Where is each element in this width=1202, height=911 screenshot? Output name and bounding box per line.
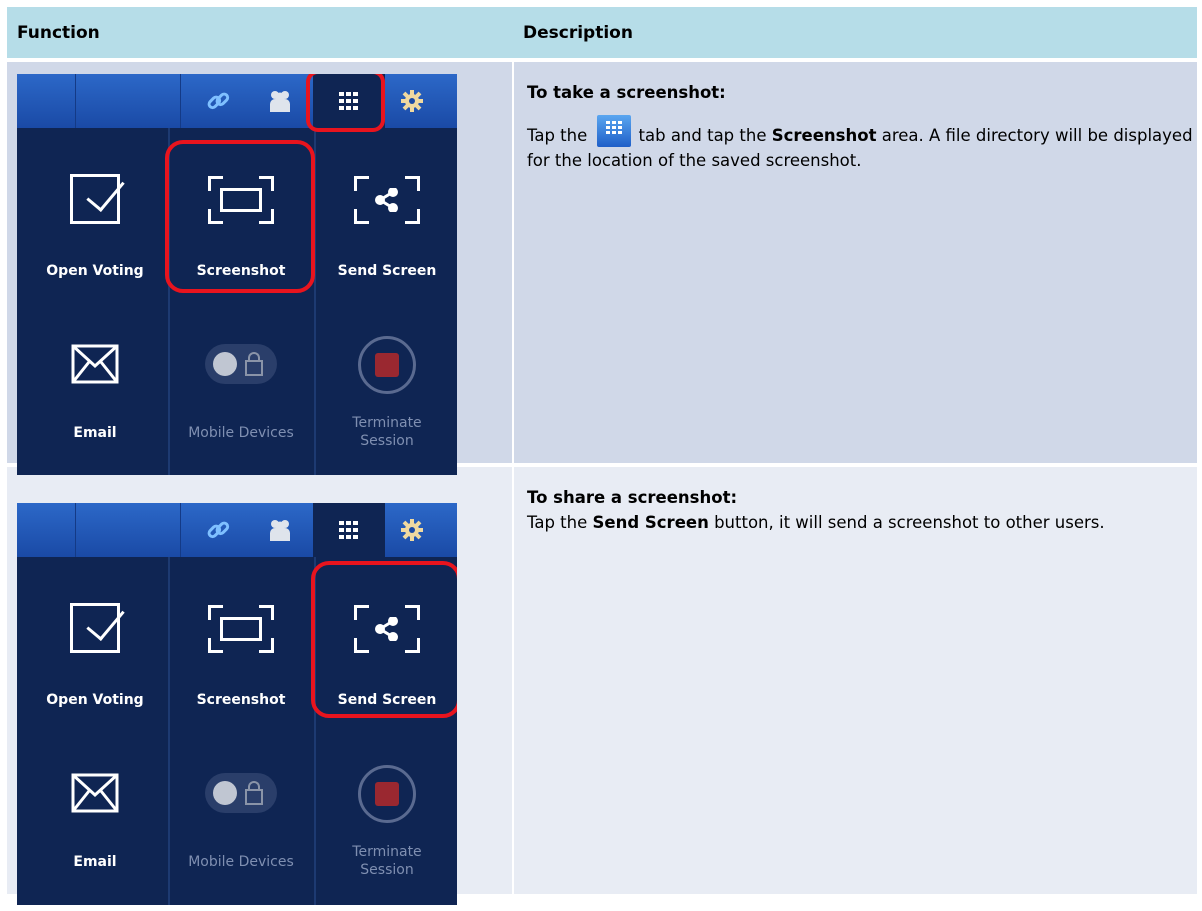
envelope-icon <box>71 773 119 813</box>
mobile-devices-toggle[interactable]: Mobile Devices <box>168 733 314 903</box>
highlight-grid-tab <box>306 74 385 132</box>
screenshot-button[interactable]: Screenshot <box>168 563 314 733</box>
row-heading: To take a screenshot: <box>527 83 726 102</box>
lock-toggle-icon <box>205 344 277 384</box>
stop-icon <box>358 765 416 823</box>
gear-icon[interactable] <box>397 515 427 545</box>
checkbox-icon <box>70 603 120 653</box>
app-panel-screenshot: Open Voting Screenshot Send Screen Email… <box>17 74 457 475</box>
share-frame-icon <box>354 176 420 224</box>
row-heading: To share a screenshot: <box>527 488 738 507</box>
header-function: Function <box>7 7 513 60</box>
screenshot-frame-icon <box>208 605 274 653</box>
row-text: Tap the tab and tap the Screenshot area.… <box>527 115 1197 173</box>
app-panel-screenshot: Open Voting Screenshot Send Screen Email… <box>17 503 457 905</box>
highlight-screenshot <box>165 140 315 293</box>
highlight-send-screen <box>311 561 457 718</box>
terminate-session-button[interactable]: Terminate Session <box>314 304 457 474</box>
users-icon[interactable] <box>265 515 295 545</box>
terminate-session-button[interactable]: Terminate Session <box>314 733 457 903</box>
description-cell: To share a screenshot: Tap the Send Scre… <box>513 463 1197 894</box>
email-button[interactable]: Email <box>22 304 168 474</box>
table-header-row: Function Description <box>7 7 1197 60</box>
header-description: Description <box>513 7 1197 60</box>
send-screen-button[interactable]: Send Screen <box>314 134 457 304</box>
checkbox-icon <box>70 174 120 224</box>
gear-icon[interactable] <box>397 86 427 116</box>
grid-icon[interactable] <box>334 515 364 545</box>
envelope-icon <box>71 344 119 384</box>
panel-toolbar <box>17 74 457 128</box>
mobile-devices-toggle[interactable]: Mobile Devices <box>168 304 314 474</box>
link-icon[interactable] <box>203 515 233 545</box>
description-cell: To take a screenshot: Tap the tab and ta… <box>513 58 1197 465</box>
users-icon[interactable] <box>265 86 295 116</box>
lock-toggle-icon <box>205 773 277 813</box>
email-button[interactable]: Email <box>22 733 168 903</box>
grid-tab-icon <box>596 115 631 147</box>
row-text: Tap the Send Screen button, it will send… <box>527 513 1105 532</box>
open-voting-button[interactable]: Open Voting <box>22 134 168 304</box>
panel-toolbar <box>17 503 457 557</box>
open-voting-button[interactable]: Open Voting <box>22 563 168 733</box>
link-icon[interactable] <box>203 86 233 116</box>
stop-icon <box>358 336 416 394</box>
